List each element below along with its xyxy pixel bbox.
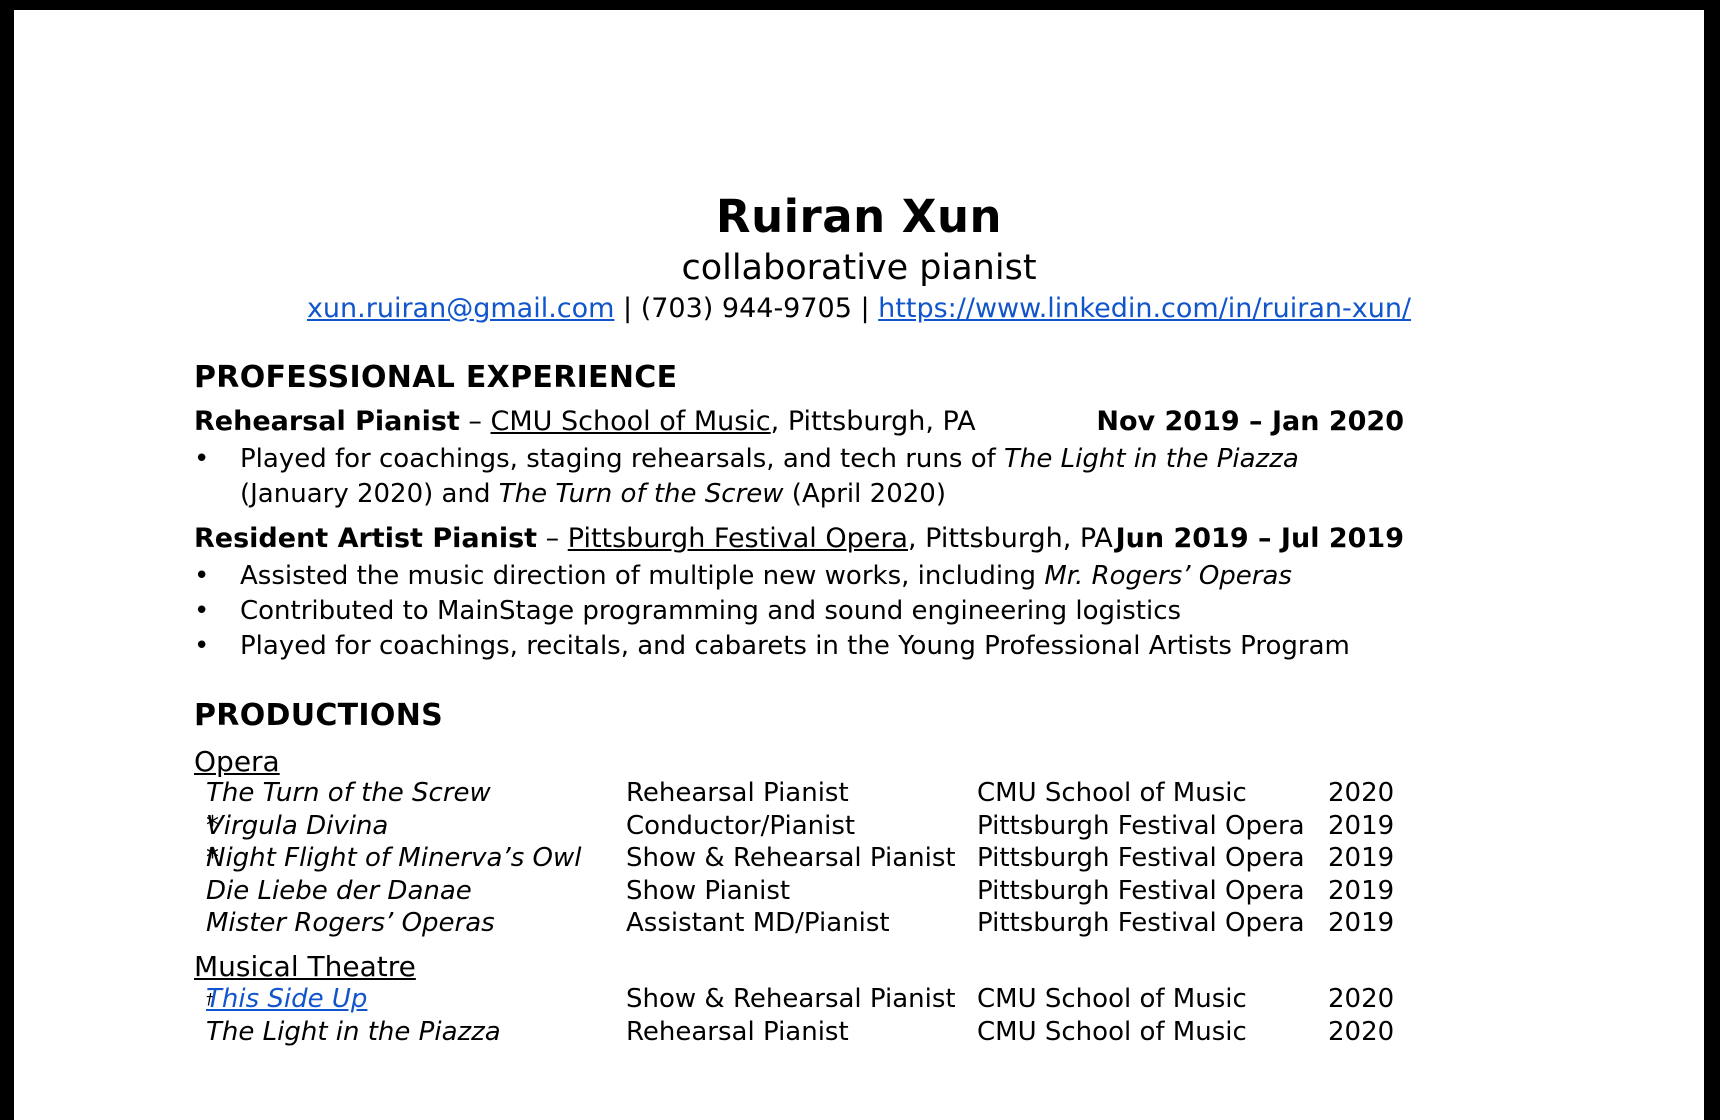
contact-separator: |	[851, 293, 879, 324]
table-row: The Turn of the Screw Rehearsal Pianist …	[206, 778, 1395, 808]
bullet-item: Assisted the music direction of multiple…	[194, 559, 1414, 594]
opera-table: The Turn of the Screw Rehearsal Pianist …	[206, 777, 1406, 940]
production-role: Conductor/Pianist	[626, 810, 856, 841]
production-role: Rehearsal Pianist	[626, 1016, 849, 1047]
production-organization: CMU School of Music	[977, 1016, 1247, 1047]
production-organization: Pittsburgh Festival Opera	[977, 908, 1305, 938]
job-bullets: Assisted the music direction of multiple…	[194, 559, 1414, 664]
production-organization: CMU School of Music	[977, 778, 1247, 808]
production-year: 2019	[1328, 908, 1395, 938]
resume-page: Ruiran Xun collaborative pianist xun.rui…	[14, 10, 1704, 1120]
job-organization: CMU School of Music	[490, 406, 771, 437]
production-organization: Pittsburgh Festival Opera	[977, 843, 1305, 873]
production-year: 2020	[1328, 778, 1395, 808]
table-row: Mister Rogers’ Operas Assistant MD/Piani…	[206, 908, 1395, 938]
production-organization: CMU School of Music	[977, 984, 1247, 1014]
work-title: Mr. Rogers’ Operas	[1044, 561, 1292, 591]
job-role: Resident Artist Pianist	[194, 523, 538, 554]
production-role: Show & Rehearsal Pianist	[626, 984, 956, 1014]
bullet-text: Played for coachings, staging rehearsals…	[240, 444, 1005, 474]
email-link[interactable]: xun.ruiran@gmail.com	[307, 293, 615, 324]
work-title: The Light in the Piazza	[1004, 444, 1299, 474]
bullet-text: (January 2020) and	[240, 479, 499, 509]
production-year: 2020	[1328, 1016, 1395, 1047]
premiere-mark: *	[206, 810, 219, 841]
production-role: Rehearsal Pianist	[626, 778, 849, 808]
production-role: Show & Rehearsal Pianist	[626, 843, 956, 873]
bullet-item: Played for coachings, recitals, and caba…	[194, 629, 1414, 664]
production-role: Show Pianist	[626, 875, 791, 906]
job-dash: –	[459, 406, 491, 437]
production-organization: Pittsburgh Festival Opera	[977, 875, 1305, 906]
job-location: , Pittsburgh, PA	[907, 523, 1113, 554]
production-link[interactable]: This Side Up	[206, 983, 367, 1016]
table-row: The Light in the Piazza Rehearsal Pianis…	[206, 1016, 1395, 1047]
job-dates: Jun 2019 – Jul 2019	[1115, 523, 1404, 554]
contact-line: xun.ruiran@gmail.com | (703) 944-9705 | …	[14, 293, 1704, 324]
premiere-mark: *	[206, 843, 219, 873]
musical-table: This Side Up † Show & Rehearsal Pianist C…	[206, 983, 1406, 1048]
bullet-item: Contributed to MainStage programming and…	[194, 594, 1414, 629]
production-year: 2019	[1328, 810, 1395, 841]
table-row: Die Liebe der Danae Show Pianist Pittsbu…	[206, 875, 1395, 906]
production-year: 2019	[1328, 843, 1395, 873]
job-organization: Pittsburgh Festival Opera	[567, 523, 908, 554]
table-row: Virgula Divina * Conductor/Pianist Pittsb…	[206, 810, 1395, 841]
section-title-experience: PROFESSIONAL EXPERIENCE	[194, 360, 678, 395]
contact-separator: |	[614, 293, 641, 324]
job-role: Rehearsal Pianist	[194, 406, 460, 437]
section-title-productions: PRODUCTIONS	[194, 698, 444, 733]
subhead-musical-theatre: Musical Theatre	[194, 950, 416, 983]
production-year: 2019	[1328, 875, 1395, 906]
linkedin-link[interactable]: https://www.linkedin.com/in/ruiran-xun/	[878, 293, 1411, 324]
bullet-text: Assisted the music direction of multiple…	[240, 561, 1045, 591]
job-dash: –	[537, 523, 568, 554]
bullet-text: (April 2020)	[783, 479, 946, 509]
resume-name: Ruiran Xun	[715, 190, 1003, 243]
screen-frame: Ruiran Xun collaborative pianist xun.rui…	[0, 0, 1720, 1120]
job-location: , Pittsburgh, PA	[770, 406, 976, 437]
bullet-item: Played for coachings, staging rehearsals…	[194, 442, 1414, 512]
job-header: Resident Artist Pianist – Pittsburgh Fes…	[194, 523, 1414, 554]
table-row: This Side Up † Show & Rehearsal Pianist C…	[206, 983, 1406, 1016]
table-row: Night Flight of Minerva’s Owl * Show & Re…	[206, 843, 1395, 873]
work-title: The Turn of the Screw	[498, 479, 784, 509]
production-year: 2020	[1328, 984, 1395, 1014]
job-dates: Nov 2019 – Jan 2020	[1096, 406, 1404, 437]
resume-subtitle: collaborative pianist	[681, 248, 1037, 288]
phone-number: (703) 944-9705	[640, 293, 852, 324]
production-organization: Pittsburgh Festival Opera	[977, 810, 1305, 841]
production-role: Assistant MD/Pianist	[626, 908, 890, 938]
job-header: Rehearsal Pianist – CMU School of Music,…	[194, 406, 1414, 437]
job-bullets: Played for coachings, staging rehearsals…	[194, 442, 1414, 512]
subhead-opera: Opera	[194, 745, 280, 778]
